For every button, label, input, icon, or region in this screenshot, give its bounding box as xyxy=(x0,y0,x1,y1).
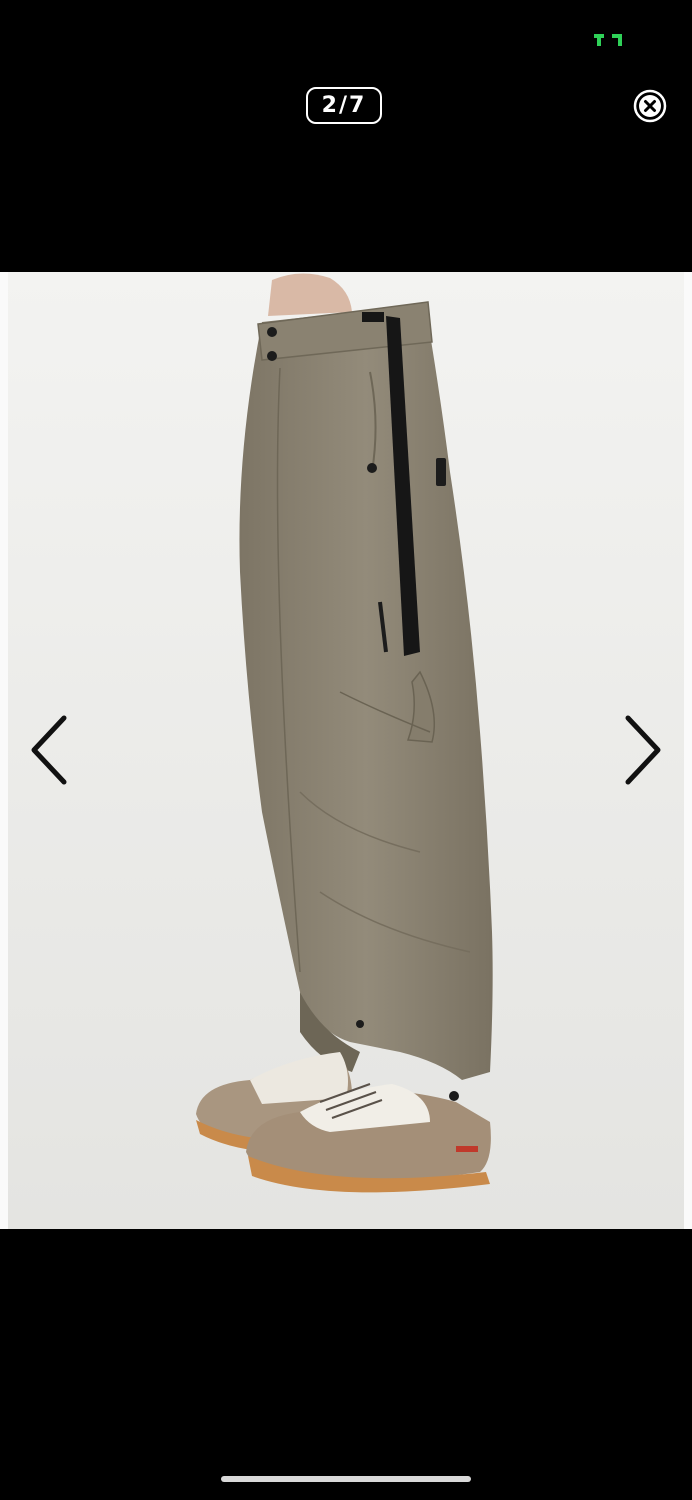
prev-image-button[interactable] xyxy=(26,712,70,788)
chevron-right-icon xyxy=(625,715,661,785)
image-counter: 2/7 xyxy=(306,87,382,124)
close-button[interactable] xyxy=(633,89,667,123)
battery-status-icon xyxy=(594,34,622,46)
close-circle-icon xyxy=(633,89,667,123)
next-image-button[interactable] xyxy=(622,712,666,788)
chevron-left-icon xyxy=(31,715,67,785)
product-photo[interactable] xyxy=(0,272,692,1229)
pants-photo-illustration xyxy=(0,272,692,1229)
home-indicator[interactable] xyxy=(221,1476,471,1482)
